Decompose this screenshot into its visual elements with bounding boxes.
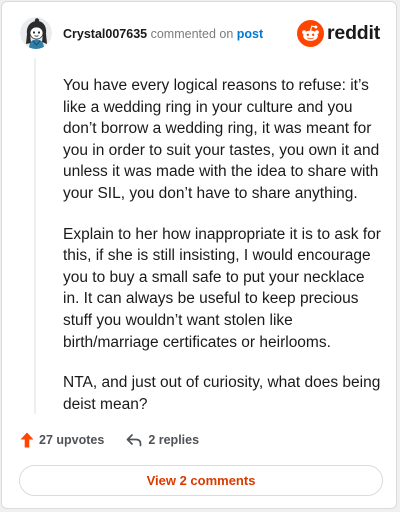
- comment-paragraph: Explain to her how inappropriate it is t…: [63, 225, 381, 351]
- comment-card: Crystal007635 commented on post reddit Y…: [1, 1, 397, 509]
- commented-on-text: commented on: [150, 27, 234, 41]
- reddit-brand[interactable]: reddit: [297, 19, 380, 47]
- reply-count: 2 replies: [148, 433, 200, 447]
- comment-header: Crystal007635 commented on post reddit: [2, 2, 396, 62]
- comment-paragraph: You have every logical reasons to refuse…: [63, 77, 380, 202]
- comment-paragraph: NTA, and just out of curiosity, what doe…: [63, 374, 381, 413]
- replies-button[interactable]: 2 replies: [126, 433, 199, 447]
- comment-actions: 27 upvotes 2 replies: [20, 431, 199, 449]
- view-comments-button[interactable]: View 2 comments: [19, 465, 383, 496]
- reddit-logo-icon: [297, 19, 325, 47]
- snoo-avatar-icon[interactable]: [20, 17, 52, 49]
- author-name[interactable]: Crystal007635: [63, 27, 147, 41]
- post-link[interactable]: post: [237, 27, 263, 41]
- thread-line[interactable]: [34, 58, 36, 414]
- reply-arrow-icon: [126, 434, 142, 447]
- upvote-arrow-icon: [20, 432, 34, 448]
- reddit-wordmark: reddit: [327, 22, 380, 44]
- upvote-button[interactable]: 27 upvotes: [20, 432, 104, 448]
- upvote-count: 27 upvotes: [39, 433, 105, 447]
- comment-body: You have every logical reasons to refuse…: [63, 75, 383, 434]
- author-line: Crystal007635 commented on post: [63, 26, 263, 42]
